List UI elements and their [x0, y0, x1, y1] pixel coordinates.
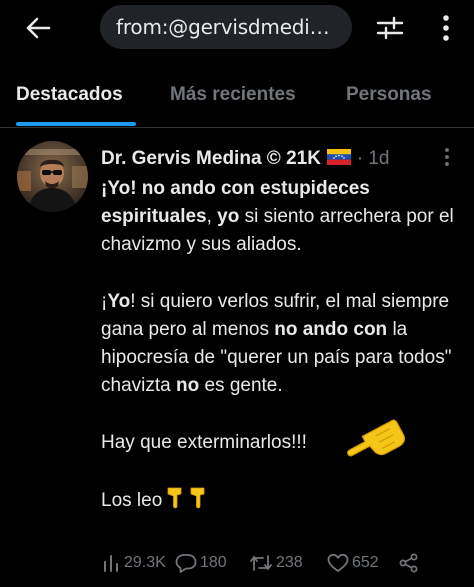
pointing-left-hand-icon	[344, 413, 406, 469]
tweet-paragraph-2: ¡Yo! si quiero verlos sufrir, el mal sie…	[101, 288, 466, 401]
tweet-paragraph-1: ¡Yo! no ando con estupideces espirituale…	[101, 175, 466, 260]
tweet-actions: 29.3K 180 238 652	[101, 550, 441, 576]
text: ,	[206, 206, 218, 228]
tabs-divider	[0, 127, 474, 128]
venezuela-flag-icon	[326, 148, 351, 170]
tweet-paragraph-3: Hay que exterminarlos!!!	[101, 429, 466, 457]
bold-text: no	[175, 375, 200, 397]
tab-destacados[interactable]: Destacados	[16, 84, 123, 106]
views-stat[interactable]: 29.3K	[101, 550, 166, 576]
more-options-button[interactable]	[432, 10, 460, 46]
tweet-more-button[interactable]	[440, 146, 454, 168]
avatar-photo	[17, 141, 88, 212]
bold-text: yo	[217, 206, 240, 228]
text: es gente.	[199, 375, 283, 397]
avatar[interactable]	[17, 141, 88, 212]
header-separator: ·	[356, 148, 364, 169]
text: Hay que exterminarlos!!!	[101, 431, 307, 453]
like-button[interactable]: 652	[327, 550, 379, 576]
retweet-icon	[250, 555, 272, 571]
tab-mas-recientes[interactable]: Más recientes	[170, 84, 296, 106]
author-name[interactable]: Dr. Gervis Medina © 21K	[101, 148, 321, 170]
share-button[interactable]	[399, 550, 419, 576]
bold-text: Yo	[107, 290, 131, 312]
search-input[interactable]: from:@gervisdmedin…	[100, 5, 352, 49]
search-query: from:@gervisdmedin…	[116, 15, 338, 39]
back-button[interactable]	[18, 10, 58, 46]
retweet-count: 238	[276, 554, 303, 571]
pointing-down-hand-icon	[165, 485, 211, 518]
tweet-time[interactable]: 1d	[368, 148, 389, 170]
reply-button[interactable]: 180	[175, 550, 227, 576]
share-icon	[399, 553, 418, 573]
search-filters-button[interactable]	[372, 12, 408, 44]
more-vertical-icon	[445, 148, 449, 166]
bold-text: no ando con	[274, 319, 388, 340]
tweet-header: Dr. Gervis Medina © 21K · 1d	[101, 145, 461, 173]
retweet-button[interactable]: 238	[249, 550, 303, 576]
bar-chart-icon	[104, 555, 118, 572]
arrow-left-icon	[26, 17, 51, 39]
text: Los leo	[101, 490, 163, 512]
sliders-icon	[376, 16, 404, 40]
like-count: 652	[352, 554, 379, 571]
heart-icon	[327, 553, 349, 572]
top-bar: from:@gervisdmedin…	[0, 0, 474, 62]
more-vertical-icon	[443, 15, 449, 41]
active-tab-indicator	[16, 122, 136, 126]
views-count: 29.3K	[124, 554, 166, 571]
tweet-text: ¡Yo! no ando con estupideces espirituale…	[101, 175, 466, 518]
search-tabs: Destacados Más recientes Personas	[0, 74, 474, 126]
reply-icon	[175, 554, 197, 573]
tab-personas[interactable]: Personas	[346, 84, 432, 106]
tweet-paragraph-4: Los leo	[101, 485, 466, 518]
reply-count: 180	[200, 554, 227, 571]
